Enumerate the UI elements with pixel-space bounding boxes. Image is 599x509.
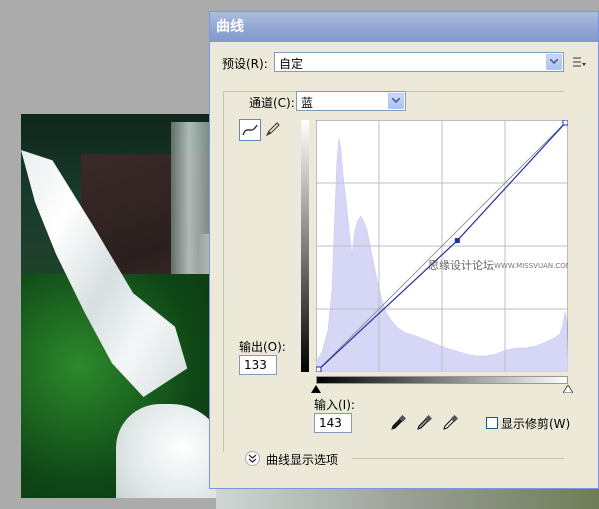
preset-dropdown-icon[interactable] [546,54,562,70]
gray-point-eyedropper-icon[interactable] [416,415,432,431]
output-value: 133 [244,358,267,372]
curve-endpoint-low[interactable] [316,366,322,372]
curve-tool-button[interactable] [239,119,261,141]
watermark-main: 思缘设计论坛 [428,258,494,272]
pencil-icon [265,122,280,137]
curve-tool-icon [242,124,258,136]
curves-dialog: 曲线 预设(R): 自定 通道(C): 蓝 思缘设计论坛 WWW.MISSVUA… [209,11,599,489]
show-clipping-checkbox[interactable] [486,417,498,429]
preset-value: 自定 [279,57,304,71]
show-clipping-label[interactable]: 显示修剪(W) [501,415,570,432]
background-photo-strip [216,488,599,509]
expand-options-button[interactable] [245,451,260,466]
white-point-eyedropper-icon[interactable] [442,415,458,431]
channel-label: 通道(C): [247,94,297,111]
dialog-title: 曲线 [216,19,244,35]
channel-select[interactable]: 蓝 [296,91,406,111]
black-point-eyedropper-icon[interactable] [390,415,406,431]
input-label: 输入(I): [314,398,355,412]
curve-options-label[interactable]: 曲线显示选项 [266,451,338,468]
preset-label: 预设(R): [222,57,268,71]
input-field[interactable]: 143 [314,413,352,433]
input-value: 143 [319,416,342,430]
curve-endpoint-high[interactable] [562,120,568,126]
output-field[interactable]: 133 [239,355,277,375]
curve-graph[interactable]: 思缘设计论坛 WWW.MISSVUAN.COM [316,120,568,372]
chevron-double-down-icon [248,454,257,463]
channel-dropdown-icon[interactable] [388,93,404,109]
black-point-slider[interactable] [311,385,321,393]
preset-select[interactable]: 自定 [274,52,564,72]
input-gradient-bar [316,376,568,384]
output-gradient-bar [301,120,309,372]
watermark-url: WWW.MISSVUAN.COM [494,262,568,270]
preset-menu-icon[interactable] [573,56,586,71]
channel-value: 蓝 [301,96,314,110]
output-label: 输出(O): [239,340,286,354]
pencil-tool-button[interactable] [263,119,285,141]
dialog-titlebar[interactable]: 曲线 [210,12,598,42]
curve-control-point[interactable] [454,238,460,244]
dialog-body: 预设(R): 自定 通道(C): 蓝 思缘设计论坛 WWW.MISSVUAN.C… [210,42,598,488]
background-photo [21,114,216,498]
white-point-slider[interactable] [563,385,573,393]
options-separator [352,458,564,459]
photo-dress [116,404,216,498]
